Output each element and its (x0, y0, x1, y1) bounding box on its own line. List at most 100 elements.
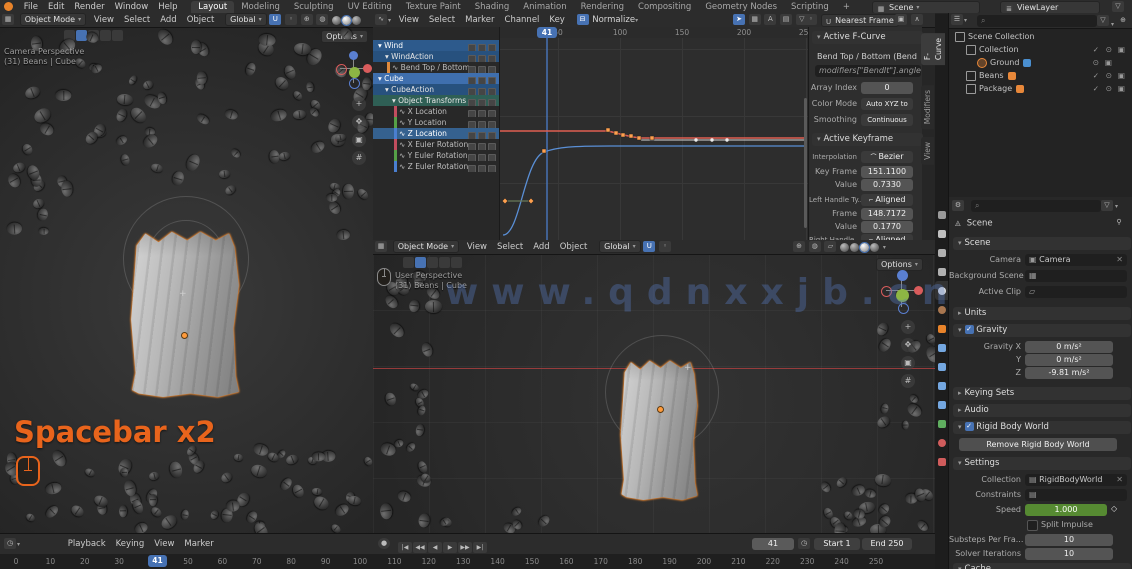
speed-keyframe-icon[interactable]: ◇ (1111, 504, 1117, 513)
color-mode-dropdown[interactable]: Auto XYZ to RGB (861, 98, 913, 110)
pan-hand-icon[interactable]: ✥ (352, 115, 366, 129)
shading-wireframe-icon[interactable] (332, 15, 342, 25)
world-properties-tab[interactable] (935, 300, 948, 319)
background-scene-field[interactable]: ▦ (1025, 270, 1127, 282)
shading-solid-icon[interactable] (859, 241, 871, 253)
modifiers-properties-tab[interactable] (935, 338, 948, 357)
normalize-label[interactable]: Normalize (592, 15, 635, 25)
camera-toggle-icon[interactable]: ▣ (1118, 69, 1125, 82)
editor-type-icon[interactable]: ☰ (951, 14, 963, 25)
interpolation-dropdown[interactable]: ⌒ Bezier (861, 151, 913, 163)
current-frame-field[interactable]: 41 (752, 538, 794, 550)
workspace-tab-scripting[interactable]: Scripting (784, 1, 836, 13)
rna-path-field[interactable]: modifiers["BendIt"].angle (815, 65, 921, 77)
navigation-gizmo[interactable] (336, 51, 372, 89)
menu-object[interactable]: Object (182, 13, 220, 27)
jump-start-button[interactable]: |◀ (398, 542, 412, 553)
editor-type-icon[interactable]: ◷ (4, 538, 16, 549)
camera-toggle-icon[interactable]: ▣ (1118, 43, 1125, 56)
next-keyframe-button[interactable]: ▶▶ (458, 542, 472, 553)
zoom-icon[interactable]: + (901, 320, 915, 334)
remove-rigid-body-world-button[interactable]: Remove Rigid Body World (959, 438, 1117, 451)
proportional-edit-icon[interactable]: ◦ (805, 14, 817, 25)
ortho-toggle-icon[interactable]: # (901, 374, 915, 388)
camera-toggle-icon[interactable]: ▣ (1118, 82, 1125, 95)
workspace-tab-geometry-nodes[interactable]: Geometry Nodes (698, 1, 784, 13)
pin-icon[interactable] (468, 99, 476, 106)
lock-icon[interactable] (488, 55, 496, 62)
overlays-toggle-icon[interactable]: ◍ (316, 14, 329, 25)
eye-toggle-icon[interactable]: ⊙ (1106, 43, 1112, 56)
transform-tool-icon[interactable] (451, 257, 462, 268)
viewport-camera[interactable]: ▦ Object Mode ▾ View Select Add Object Globa… (0, 13, 374, 533)
menu-select[interactable]: Select (119, 13, 155, 27)
scrollbar[interactable] (804, 98, 807, 228)
key-frame-field[interactable]: 151.1100 (861, 166, 913, 178)
viewport-user[interactable]: ▦ Object Mode ▾ View Select Add Object Globa… (373, 240, 936, 533)
channel-y-location[interactable]: ∿ Y Location (373, 117, 499, 128)
rotate-tool-icon[interactable] (427, 257, 438, 268)
pin-icon[interactable]: ⚲ (1113, 217, 1125, 228)
active-clip-field[interactable]: ▱ (1025, 286, 1127, 298)
channel-x-location[interactable]: ∿ X Location (373, 106, 499, 117)
gravity-y-field[interactable]: 0 m/s² (1025, 354, 1113, 366)
particles-properties-tab[interactable] (935, 357, 948, 376)
output-properties-tab[interactable] (935, 243, 948, 262)
substeps-field[interactable]: 10 (1025, 534, 1113, 546)
menu-select[interactable]: Select (492, 240, 528, 254)
end-frame-field[interactable]: End 250 (862, 538, 912, 550)
proportional-edit-icon[interactable]: ◦ (659, 241, 672, 252)
pin-icon[interactable] (468, 110, 476, 117)
filter-icon[interactable]: ▽ (1101, 200, 1113, 211)
proportional-edit-icon[interactable]: ◦ (285, 14, 298, 25)
cache-panel-header[interactable]: ▾ Cache (953, 563, 1131, 569)
menu-file[interactable]: File (19, 0, 43, 14)
properties-search-input[interactable]: ⌕ (971, 200, 1101, 212)
lock-icon[interactable] (488, 121, 496, 128)
lock-icon[interactable] (488, 165, 496, 172)
check-toggle-icon[interactable]: ✓ (1093, 69, 1099, 82)
snapshot-icon[interactable] (478, 154, 486, 161)
navigation-gizmo[interactable] (881, 270, 923, 314)
timeline-ruler[interactable]: 0102030405060708090100110120130140150160… (0, 554, 935, 569)
channel-y-euler-rotation[interactable]: ∿ Y Euler Rotation (373, 150, 499, 161)
workspace-tab-modeling[interactable]: Modeling (234, 1, 287, 13)
split-impulse-checkbox[interactable] (1027, 520, 1038, 531)
menu-marker[interactable]: Marker (179, 537, 218, 551)
gizmo-toggle-icon[interactable]: ⊕ (300, 14, 313, 25)
menu-view[interactable]: View (462, 240, 492, 254)
menu-object[interactable]: Object (555, 240, 593, 254)
sidebar-tab-f-curve[interactable]: F-Curve (921, 33, 945, 66)
orientation-dropdown[interactable]: Global ▾ (599, 240, 641, 253)
lock-icon[interactable] (488, 66, 496, 73)
shading-solid-prev-icon[interactable] (850, 242, 860, 252)
scene-panel-header[interactable]: ▾ Scene (953, 237, 1131, 250)
collection-field[interactable]: ▤ RigidBodyWorld ✕ (1025, 474, 1127, 486)
snap-magnet-icon[interactable]: U (643, 241, 656, 252)
outliner-search-input[interactable]: ⌕ (977, 15, 1097, 27)
lock-icon[interactable] (488, 77, 496, 84)
snapshot-icon[interactable] (478, 99, 486, 106)
gravity-z-field[interactable]: -9.81 m/s² (1025, 367, 1113, 379)
ortho-toggle-icon[interactable]: # (352, 151, 366, 165)
rigid-body-world-panel-header[interactable]: ▾ ✓ Rigid Body World (953, 421, 1131, 434)
workspace-tab-texture-paint[interactable]: Texture Paint (399, 1, 468, 13)
menu-render[interactable]: Render (69, 0, 109, 14)
channel-x-euler-rotation[interactable]: ∿ X Euler Rotation (373, 139, 499, 150)
settings-panel-header[interactable]: ▾ Settings (953, 457, 1131, 470)
pin-icon[interactable] (468, 121, 476, 128)
rbw-checkbox[interactable]: ✓ (964, 422, 974, 431)
check-toggle-icon[interactable]: ✓ (1093, 43, 1099, 56)
snapshot-icon[interactable] (478, 88, 486, 95)
snapshot-icon[interactable] (478, 77, 486, 84)
outliner-row-package[interactable]: Package ✓ ⊙ ▣ (949, 82, 1132, 95)
menu-window[interactable]: Window (110, 0, 154, 14)
start-frame-field[interactable]: Start 1 (814, 538, 860, 550)
tool-properties-tab[interactable] (935, 205, 948, 224)
active-fcurve-panel-header[interactable]: ▾ Active F-Curve (812, 31, 923, 44)
play-button[interactable]: ▶ (443, 542, 457, 553)
pivot-icon[interactable]: ▣ (895, 14, 907, 25)
speed-slider[interactable]: 1.000 (1025, 504, 1107, 516)
graph-playhead-badge[interactable]: 41 (537, 27, 557, 38)
filter-icon[interactable]: ▽ (1112, 1, 1124, 12)
